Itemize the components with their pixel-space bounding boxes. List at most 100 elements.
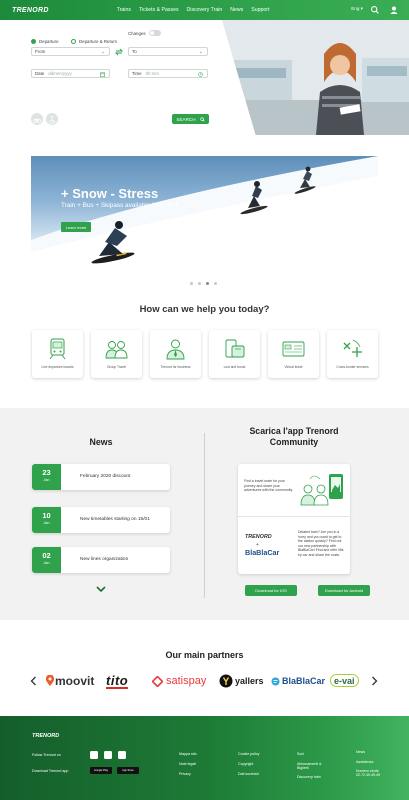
download-ios-button[interactable]: Download for IOS (245, 585, 297, 596)
carousel-dot[interactable] (198, 282, 201, 285)
app-promo-card: Find a travel mate for your journey and … (238, 464, 350, 574)
footer-link[interactable]: Cookie policy (238, 752, 259, 756)
twitter-icon[interactable] (118, 751, 126, 759)
top-navbar: TRENORD Trains Tickets & Passes Discover… (0, 0, 409, 20)
google-play-badge[interactable]: Google Play (90, 767, 112, 774)
footer-link[interactable]: Abbonamenti & Biglietti (297, 762, 331, 771)
partner-evai-logo[interactable]: e-vai (330, 674, 359, 687)
chevron-down-icon[interactable] (96, 586, 106, 593)
chevron-down-icon: ⌄ (198, 49, 203, 55)
help-card-departure-boards[interactable]: Live departure boards (32, 330, 83, 378)
snow-slope-illustration (31, 156, 378, 272)
search-icon[interactable] (370, 5, 380, 15)
carousel-dot[interactable] (214, 282, 217, 285)
instagram-icon[interactable] (90, 751, 98, 759)
chevron-down-icon: ⌄ (100, 49, 105, 55)
news-item[interactable]: 02 Jan New lines organization (32, 547, 170, 573)
help-label: Virtual ticket (284, 365, 303, 369)
trenord-logo: TRENORD (245, 534, 272, 540)
banner-subtitle: Train + Bus + Skipass available from 34 … (61, 202, 180, 209)
footer-link[interactable]: Assistenza (356, 760, 373, 764)
footer-link[interactable]: Privacy (179, 772, 191, 776)
group-icon (105, 341, 128, 359)
help-title: How can we help you today? (139, 304, 270, 315)
chevron-left-icon[interactable] (30, 676, 37, 686)
help-label: Cross-border services (336, 365, 369, 369)
section-divider (204, 433, 205, 598)
ticket-icon (282, 341, 305, 357)
board-icon (49, 338, 66, 360)
radio-departure[interactable]: Departure (31, 39, 59, 44)
footer-phone[interactable]: Numero verde 02.72.49.49.49 (356, 769, 390, 778)
footer-link[interactable]: Copyright (238, 762, 253, 766)
app-store-badge[interactable]: App Store (117, 767, 139, 774)
partner-moovit-logo[interactable]: moovit (45, 673, 94, 689)
download-app-label: Download Trenord app (32, 769, 69, 773)
blablacar-mark-icon (271, 677, 280, 685)
from-select[interactable]: From ⌄ (31, 47, 110, 56)
to-select[interactable]: To ⌄ (128, 47, 208, 56)
promo-banner[interactable]: + Snow - Stress Train + Bus + Skipass av… (31, 156, 378, 272)
footer-link[interactable]: Soci (297, 752, 304, 756)
chevron-right-icon[interactable] (371, 676, 378, 686)
nav-support[interactable]: Support (251, 7, 269, 13)
help-label: Trenord for business (160, 365, 191, 369)
nav-news[interactable]: News (230, 7, 243, 13)
footer-link[interactable]: Dati societari (238, 772, 259, 776)
carousel-dot-active[interactable] (206, 282, 209, 285)
partner-tito-logo[interactable]: tito (106, 673, 129, 689)
help-label: Group Travel (106, 365, 127, 369)
footer-link[interactable]: Discovery train (297, 775, 321, 779)
bike-filter-button[interactable] (31, 113, 43, 125)
wheelchair-icon (49, 116, 56, 125)
nav-discovery-train[interactable]: Discovery Train (187, 7, 223, 13)
banner-learn-more-button[interactable]: Learn more (61, 222, 91, 232)
search-icon (199, 116, 205, 122)
news-item[interactable]: 10 Jan New timetables starting on 15/01 (32, 507, 170, 533)
facebook-icon[interactable] (104, 751, 112, 759)
cross-border-icon (343, 339, 362, 357)
radio-selected-dot (31, 39, 36, 44)
carousel-dot[interactable] (190, 282, 193, 285)
footer (0, 716, 409, 800)
search-button[interactable]: SEARCH (172, 114, 209, 124)
help-card-business[interactable]: Trenord for business (150, 330, 201, 378)
help-card-lost-found[interactable]: Lost and found (209, 330, 260, 378)
footer-link[interactable]: Note legali (179, 762, 196, 766)
blablacar-logo: BlaBlaCar (245, 548, 280, 557)
follow-label: Follow Trenord on (32, 753, 61, 757)
community-illustration (300, 474, 343, 506)
footer-link[interactable]: News (356, 750, 365, 754)
satispay-mark-icon (152, 675, 163, 687)
trenord-logo[interactable]: TRENORD (12, 7, 49, 14)
radio-departure-return[interactable]: Departure & Return (70, 39, 117, 44)
partner-satispay-logo[interactable]: satispay (152, 673, 206, 689)
help-label: Live departure boards (41, 365, 74, 369)
help-card-cross-border[interactable]: Cross-border services (327, 330, 378, 378)
user-icon[interactable] (389, 5, 399, 15)
help-card-group-travel[interactable]: Group Travel (91, 330, 142, 378)
download-android-button[interactable]: Download for Android (318, 585, 370, 596)
pin-icon (45, 675, 55, 686)
news-headline: New lines organization (80, 557, 129, 562)
swap-stations-icon[interactable] (115, 48, 123, 56)
accessibility-filter-button[interactable] (46, 113, 58, 125)
news-item[interactable]: 23 Jan February 2020 discount (32, 464, 170, 490)
news-date-badge: 02 Jan (32, 547, 61, 573)
language-selector[interactable]: Eng ▾ (351, 6, 363, 12)
changes-toggle[interactable] (149, 30, 161, 36)
nav-tickets[interactable]: Tickets & Passes (139, 7, 179, 13)
yallers-mark-icon (219, 674, 233, 688)
card-divider (238, 516, 350, 517)
nav-trains[interactable]: Trains (117, 7, 131, 13)
partners-title: Our main partners (165, 650, 244, 660)
footer-link[interactable]: Mappa sito (179, 752, 197, 756)
footer-logo[interactable]: TRENORD (32, 733, 59, 739)
radio-dot (70, 39, 76, 44)
date-field[interactable]: Date dd/mm/yyyy (31, 69, 110, 78)
partner-yallers-logo[interactable]: yallers (219, 673, 264, 689)
time-field[interactable]: Time hh:mm (128, 69, 208, 78)
help-card-virtual-ticket[interactable]: Virtual ticket (268, 330, 319, 378)
partner-blablacar-logo[interactable]: BlaBlaCar (271, 673, 325, 689)
lost-found-icon (225, 339, 245, 358)
